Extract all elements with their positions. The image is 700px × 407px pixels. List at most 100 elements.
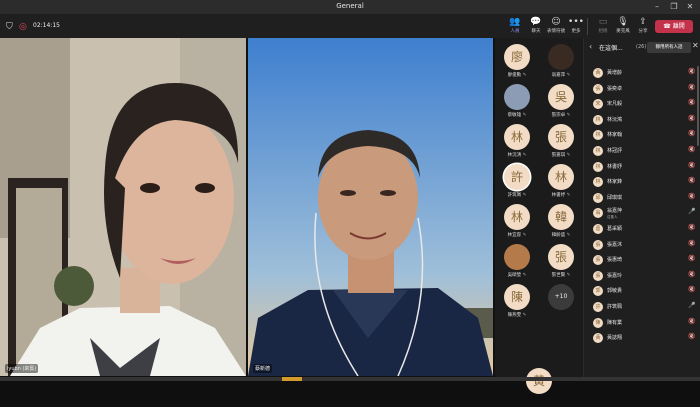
people-icon: 👥: [509, 17, 521, 27]
participant-name: 許筑珮: [507, 193, 522, 198]
share-button[interactable]: ⇪ 分享: [633, 17, 653, 37]
mic-muted-icon[interactable]: 🔇: [688, 130, 695, 137]
microphone-button[interactable]: 🎙 麥克風: [613, 17, 633, 37]
mic-muted-icon[interactable]: 🔇: [688, 286, 695, 293]
participant-row[interactable]: 張張嘉玲 🔇: [584, 269, 700, 285]
reactions-button[interactable]: ☺ 表情符號: [546, 17, 566, 37]
gallery-participant[interactable]: 廖廖俊勳 ✎: [495, 42, 539, 83]
participant-name: 蔡敏雄: [507, 113, 522, 118]
avatar: 許: [504, 164, 530, 190]
gallery-participant[interactable]: 張張嘉琪 ✎: [539, 122, 583, 163]
avatar: 林: [593, 161, 603, 172]
panel-scrollbar[interactable]: [697, 66, 699, 146]
video-tile-left[interactable]: lyubn (來賓): [0, 38, 246, 376]
mic-muted-icon[interactable]: 🔇: [688, 84, 695, 91]
close-window-button[interactable]: ✕: [684, 1, 696, 13]
gallery-participant[interactable]: +10: [539, 282, 583, 323]
gallery-participant[interactable]: 翁嘉萍 ✎: [539, 42, 583, 83]
participant-row[interactable]: 林林家鋒 🔇: [584, 175, 700, 191]
participant-row[interactable]: 葛葛采穎 🔇: [584, 222, 700, 238]
participant-row[interactable]: 黃黃增齡 🔇: [584, 66, 700, 82]
participant-name: 吳碩瑩: [507, 273, 522, 278]
mic-muted-icon[interactable]: 🔇: [688, 240, 695, 247]
mic-muted-icon: ✎: [565, 73, 571, 78]
leave-button[interactable]: ☎ 離開: [655, 20, 693, 33]
participant-row[interactable]: 黃黃誌翔 🔇: [584, 331, 700, 347]
participant-name: 韓齡盛: [551, 233, 566, 238]
gallery-participant[interactable]: 蔡敏雄 ✎: [495, 82, 539, 123]
gallery-participant[interactable]: 吳張宗卓 ✎: [539, 82, 583, 123]
people-button[interactable]: 👥 人員: [505, 17, 525, 37]
gallery-participant[interactable]: 林林書妤 ✎: [539, 162, 583, 203]
smiley-icon: ☺: [551, 17, 561, 27]
participant-row[interactable]: 張張惠琦 🔇: [584, 253, 700, 269]
participant-row[interactable]: 林林沅鴻 🔇: [584, 113, 700, 129]
avatar: 林: [593, 145, 603, 156]
mic-muted-icon[interactable]: 🔇: [688, 271, 695, 278]
close-icon[interactable]: ✕: [692, 41, 699, 50]
more-actions-button[interactable]: ••• 更多: [566, 17, 586, 37]
avatar: 張: [548, 124, 574, 150]
back-chevron-icon[interactable]: ‹: [589, 42, 592, 51]
shield-icon: ⛉: [6, 22, 13, 32]
participant-row[interactable]: 林林家翰 🔇: [584, 128, 700, 144]
avatar: 張: [593, 270, 603, 281]
participant-name: 林書妤: [607, 163, 623, 170]
gallery-participant[interactable]: 黃: [517, 366, 561, 407]
avatar: 黃: [593, 333, 603, 344]
gallery-participant[interactable]: 許許筑珮 ✎: [495, 162, 539, 203]
participant-name: 林冠評: [607, 147, 623, 154]
mic-muted-icon[interactable]: 🔇: [688, 193, 695, 200]
more-participants-button[interactable]: +10: [548, 284, 574, 310]
participant-name: 葛采穎: [607, 225, 623, 232]
gallery-participant[interactable]: 陳陳燕雯 ✎: [495, 282, 539, 323]
mic-muted-icon[interactable]: 🔇: [688, 177, 695, 184]
participant-row[interactable]: 張張嘉沐 🔇: [584, 238, 700, 254]
mic-muted-icon[interactable]: 🔇: [688, 115, 695, 122]
mic-muted-icon[interactable]: 🔇: [688, 333, 695, 340]
participant-row[interactable]: 張張奕卓 🔇: [584, 82, 700, 98]
mic-muted-icon[interactable]: 🔇: [688, 224, 695, 231]
gallery-participant[interactable]: 韓韓齡盛 ✎: [539, 202, 583, 243]
mic-muted-icon: ✎: [521, 73, 527, 78]
participant-name: 林沅鴻: [607, 116, 623, 123]
avatar: 許: [593, 301, 603, 312]
avatar: 韓: [548, 204, 574, 230]
gallery-participant[interactable]: 林林沅鴻 ✎: [495, 122, 539, 163]
mic-muted-icon[interactable]: 🔇: [688, 68, 695, 75]
mic-on-icon[interactable]: 🎤: [688, 302, 695, 309]
avatar: 林: [548, 164, 574, 190]
mic-muted-icon[interactable]: 🔇: [688, 146, 695, 153]
chat-button[interactable]: 💬 聊天: [526, 17, 546, 37]
participant-name: 張嘉玲: [607, 272, 623, 279]
maximize-button[interactable]: ❐: [668, 1, 680, 13]
mic-muted-icon[interactable]: 🔇: [688, 99, 695, 106]
avatar: 林: [593, 130, 603, 141]
participant-row[interactable]: 翁翁嘉萍 召集人 🎤: [584, 206, 700, 222]
participant-row[interactable]: 許許筑珮 🎤: [584, 300, 700, 316]
participant-row[interactable]: 邱邱琪琪 🔇: [584, 191, 700, 207]
gallery-participant[interactable]: 張張世賢 ✎: [539, 242, 583, 283]
video-tile-right[interactable]: 蔡新德: [248, 38, 493, 376]
avatar: 林: [504, 124, 530, 150]
mic-muted-icon[interactable]: 🔇: [688, 318, 695, 325]
mic-muted-icon[interactable]: 🔇: [688, 162, 695, 169]
camera-button[interactable]: ▭ 相機: [593, 17, 613, 37]
mic-on-icon[interactable]: 🎤: [688, 208, 695, 215]
mic-muted-icon[interactable]: 🔇: [688, 255, 695, 262]
participant-name: 陳燕雯: [507, 313, 522, 318]
participant-row[interactable]: 宋宋凡毅 🔇: [584, 97, 700, 113]
participant-name: 張宗卓: [551, 113, 566, 118]
participant-name: 林家鋒: [607, 179, 623, 186]
participant-row[interactable]: 林林書妤 🔇: [584, 160, 700, 176]
participant-row[interactable]: 郭郭敏貴 🔇: [584, 284, 700, 300]
mute-all-button[interactable]: 靜用所有人話: [647, 42, 691, 53]
gallery-participant[interactable]: 林林宜容 ✎: [495, 202, 539, 243]
minimize-button[interactable]: –: [651, 1, 663, 13]
participant-video-left: [0, 38, 246, 376]
gallery-participant[interactable]: 吳碩瑩 ✎: [495, 242, 539, 283]
participant-row[interactable]: 林林冠評 🔇: [584, 144, 700, 160]
window-title: General: [336, 2, 364, 10]
participant-name: 邱琪琪: [607, 194, 623, 201]
participant-row[interactable]: 陳陳有業 🔇: [584, 316, 700, 332]
